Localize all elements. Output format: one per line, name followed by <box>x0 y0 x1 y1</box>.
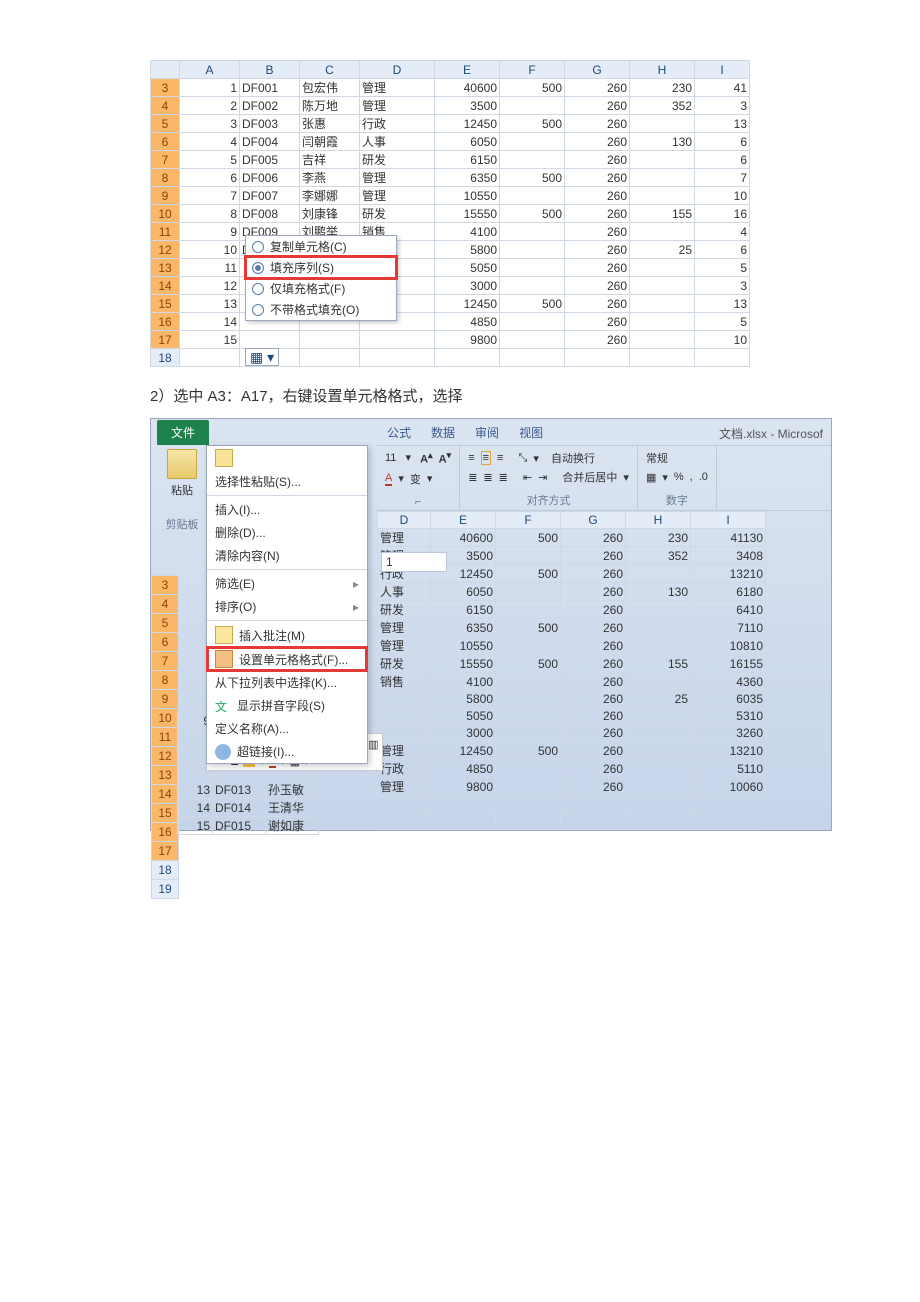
comma-format-icon[interactable]: , <box>690 471 693 483</box>
accounting-format-icon[interactable]: ▦ <box>646 471 656 484</box>
decrease-indent-icon[interactable]: ⇤ <box>523 471 532 484</box>
ribbon-groups: 11 ▾ A▴ A▾ A▾ 变▾ ⌐ ≡ ≡ ≡ ⤡▾ 自动换行 ≣ ≣ ≣ <box>377 445 831 511</box>
ctx-hyperlink[interactable]: 超链接(I)... <box>207 740 367 763</box>
ribbon-alignment-group: ≡ ≡ ≡ ⤡▾ 自动换行 ≣ ≣ ≣ ⇤ ⇥ 合并后居中▾ 对齐方式 <box>460 446 638 510</box>
align-top-icon[interactable]: ≡ <box>468 452 474 464</box>
ctx-filter[interactable]: 筛选(E)▸ <box>207 572 367 595</box>
font-size-box[interactable]: 11 <box>385 452 396 464</box>
align-left-icon[interactable]: ≣ <box>468 471 477 484</box>
ctx-clear[interactable]: 清除内容(N) <box>207 544 367 567</box>
increase-decimal-icon[interactable]: .0 <box>699 471 708 483</box>
tab-view[interactable]: 视图 <box>509 420 553 445</box>
align-bottom-icon[interactable]: ≡ <box>497 452 503 464</box>
ctx-delete[interactable]: 删除(D)... <box>207 521 367 544</box>
name-box[interactable]: 1 <box>381 552 447 572</box>
decrease-font-icon[interactable]: A▾ <box>439 450 452 466</box>
row-headers-2: 345678910111213141516171819 <box>151 575 179 899</box>
align-center-icon[interactable]: ≣ <box>483 471 492 484</box>
number-format-dropdown[interactable]: 常规 <box>646 450 668 466</box>
figure-2-excel-format: 文档.xlsx - Microsof 文件 公式 数据 审阅 视图 选择性粘贴(… <box>150 418 832 831</box>
fill-copy-cells[interactable]: 复制单元格(C) <box>246 236 396 257</box>
phonetic-guide-icon[interactable]: 变 <box>410 471 421 487</box>
figure-1-excel-fill: ABCDEFGHI 31DF001包宏伟管理406005002602304142… <box>150 60 770 367</box>
paste-label: 粘贴 <box>157 482 207 498</box>
merge-center-button[interactable]: 合并后居中 <box>562 469 617 485</box>
ctx-define-name[interactable]: 定义名称(A)... <box>207 717 367 740</box>
increase-font-icon[interactable]: A▴ <box>420 450 433 466</box>
font-color-icon[interactable]: A <box>385 472 392 486</box>
ctx-sort[interactable]: 排序(O)▸ <box>207 595 367 618</box>
percent-format-icon[interactable]: % <box>674 471 684 483</box>
ctx-pick-from-list[interactable]: 从下拉列表中选择(K)... <box>207 671 367 694</box>
ctx-insert-comment[interactable]: 插入批注(M) <box>207 623 367 647</box>
tab-data[interactable]: 数据 <box>421 420 465 445</box>
file-tab[interactable]: 文件 <box>157 420 209 445</box>
autofill-options-menu: 复制单元格(C) 填充序列(S) 仅填充格式(F) 不带格式填充(O) <box>245 235 397 321</box>
grid-1: ABCDEFGHI 31DF001包宏伟管理406005002602304142… <box>150 60 750 367</box>
wrap-text-button[interactable]: 自动换行 <box>551 450 595 466</box>
ribbon-number-group: 常规 ▦▾ % , .0 数字 <box>638 446 717 510</box>
step-2-text: 2）选中 A3：A17，右键设置单元格格式，选择 <box>150 385 770 406</box>
ctx-format-cells[interactable]: 设置单元格格式(F)... <box>207 647 367 671</box>
clipboard-group: 粘贴 剪贴板 <box>157 449 207 532</box>
ctx-paste-icon[interactable] <box>207 446 367 470</box>
ctx-paste-special[interactable]: 选择性粘贴(S)... <box>207 470 367 493</box>
paste-button-icon[interactable] <box>167 449 197 479</box>
window-title: 文档.xlsx - Microsof <box>719 425 823 442</box>
fill-series[interactable]: 填充序列(S) <box>246 257 396 278</box>
fill-without-format[interactable]: 不带格式填充(O) <box>246 299 396 320</box>
orientation-icon[interactable]: ⤡ <box>519 452 528 465</box>
mini-merge-icon[interactable]: ▥ <box>368 738 378 751</box>
tab-formulas[interactable]: 公式 <box>377 420 421 445</box>
ribbon-font-group: 11 ▾ A▴ A▾ A▾ 变▾ ⌐ <box>377 446 460 510</box>
ctx-show-pinyin[interactable]: 文显示拼音字段(S) <box>207 694 367 717</box>
name-box-area: 1 <box>377 549 447 572</box>
align-middle-icon[interactable]: ≡ <box>481 451 491 465</box>
ctx-insert[interactable]: 插入(I)... <box>207 498 367 521</box>
tab-review[interactable]: 审阅 <box>465 420 509 445</box>
increase-indent-icon[interactable]: ⇥ <box>538 471 547 484</box>
align-right-icon[interactable]: ≣ <box>499 471 508 484</box>
context-menu: 选择性粘贴(S)... 插入(I)... 删除(D)... 清除内容(N) 筛选… <box>206 445 368 764</box>
fill-format-only[interactable]: 仅填充格式(F) <box>246 278 396 299</box>
autofill-handle-icon[interactable]: ▦ ▾ <box>245 349 279 366</box>
clipboard-label: 剪贴板 <box>157 516 207 532</box>
